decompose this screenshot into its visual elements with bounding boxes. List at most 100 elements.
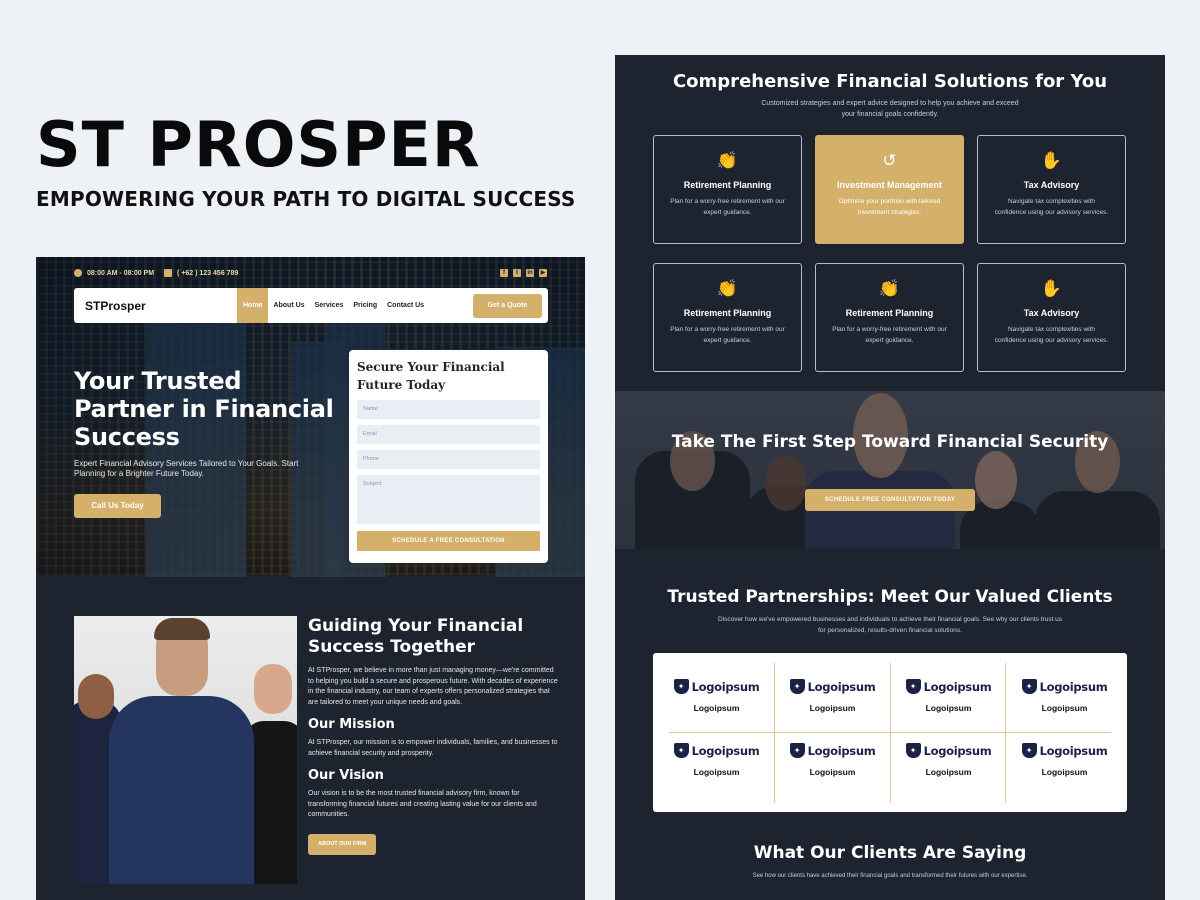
cta-title: Take The First Step Toward Financial Sec… [671, 432, 1109, 452]
testimonials-title: What Our Clients Are Saying [753, 843, 1027, 863]
clapping-hands-icon: 👏 [878, 279, 901, 298]
service-card[interactable]: 👏 Retirement Planning Plan for a worry-f… [815, 263, 964, 372]
clients-subtitle: Discover how we've empowered businesses … [717, 616, 1063, 634]
brand-tagline: EMPOWERING YOUR PATH TO DIGITAL SUCCESS [36, 187, 576, 211]
history-icon: ↺ [882, 151, 897, 170]
facebook-icon[interactable]: f [500, 269, 508, 277]
logo-text: Logoipsum [1039, 743, 1108, 758]
client-logos-grid: ✦ Logoipsum Logoipsum ✦ Logoipsum Logoipsu… [653, 653, 1127, 812]
nav-contact-us[interactable]: Contact Us [382, 288, 429, 323]
team-photo [74, 616, 297, 884]
clock-icon [74, 269, 82, 277]
phone-number[interactable]: ( +62 ) 123 456 789 [177, 270, 238, 277]
youtube-icon[interactable]: ▶ [539, 269, 547, 277]
about-title: Guiding Your Financial Success Together [308, 616, 524, 657]
phone-icon [164, 269, 173, 277]
form-title: Secure Your Financial Future Today [357, 360, 505, 392]
service-title: Retirement Planning [683, 308, 772, 318]
site-logo[interactable]: STProsper [85, 299, 237, 313]
logo-text: Logoipsum [1039, 679, 1108, 694]
email-input[interactable]: Email [357, 425, 540, 444]
nav-services[interactable]: Services [310, 288, 349, 323]
shield-logo-icon: ✦ [789, 679, 805, 694]
logo-text: Logoipsum [807, 679, 876, 694]
client-logo[interactable]: ✦ Logoipsum Logoipsum [659, 665, 774, 728]
clapping-hands-icon: 👏 [716, 279, 739, 298]
about-intro: At STProsper, we believe in more than ju… [308, 667, 558, 706]
hand-sparkle-icon: ✋ [1040, 279, 1063, 298]
service-card[interactable]: 👏 Retirement Planning Plan for a worry-f… [653, 263, 802, 372]
shield-logo-icon: ✦ [1021, 743, 1037, 758]
shield-logo-icon: ✦ [905, 743, 921, 758]
name-input[interactable]: Name [357, 400, 540, 419]
about-firm-button[interactable]: ABOUT OUR FIRM [308, 833, 377, 855]
service-card[interactable]: 👏 Retirement Planning Plan for a worry-f… [653, 135, 802, 244]
social-links: f t in ▶ [500, 269, 547, 277]
service-desc: Plan for a worry-free retirement with ou… [670, 326, 785, 344]
mission-text: At STProsper, our mission is to empower … [308, 739, 558, 757]
client-logo[interactable]: ✦ Logoipsum Logoipsum [775, 665, 890, 728]
client-logo[interactable]: ✦ Logoipsum Logoipsum [1007, 729, 1122, 792]
service-desc: Navigate tax complexities with confidenc… [994, 198, 1109, 216]
client-logo[interactable]: ✦ Logoipsum Logoipsum [891, 665, 1006, 728]
service-title: Tax Advisory [1023, 180, 1080, 190]
nav-about-us[interactable]: About Us [268, 288, 309, 323]
shield-logo-icon: ✦ [1021, 679, 1037, 694]
client-logo[interactable]: ✦ Logoipsum Logoipsum [659, 729, 774, 792]
phone-input[interactable]: Phone [357, 450, 540, 469]
client-logo[interactable]: ✦ Logoipsum Logoipsum [891, 729, 1006, 792]
services-title: Comprehensive Financial Solutions for Yo… [672, 71, 1108, 92]
subject-textarea[interactable]: Subject [357, 475, 540, 524]
homepage-preview-right: Comprehensive Financial Solutions for Yo… [615, 55, 1165, 900]
brand-title: ST PROSPER [36, 108, 481, 181]
service-desc: Optimize your portfolio with tailored in… [838, 198, 941, 216]
client-name: Logoipsum [693, 703, 740, 713]
vision-title: Our Vision [308, 768, 384, 783]
client-logo[interactable]: ✦ Logoipsum Logoipsum [1007, 665, 1122, 728]
client-name: Logoipsum [1041, 767, 1088, 777]
call-us-button[interactable]: Call Us Today [74, 494, 161, 518]
navbar: STProsper Home About Us Services Pricing… [74, 288, 548, 323]
hero-title: Your Trusted Partner in Financial Succes… [74, 367, 334, 451]
schedule-free-consultation-button[interactable]: SCHEDULE FREE CONSULTATION TODAY [805, 489, 975, 511]
nav-home[interactable]: Home [237, 288, 269, 323]
services-subtitle: Customized strategies and expert advice … [761, 100, 1019, 118]
nav-pricing[interactable]: Pricing [348, 288, 382, 323]
clients-title: Trusted Partnerships: Meet Our Valued Cl… [667, 587, 1113, 607]
testimonials-subtitle: See how our clients have achieved their … [752, 873, 1028, 879]
service-card[interactable]: ✋ Tax Advisory Navigate tax complexities… [977, 135, 1126, 244]
linkedin-icon[interactable]: in [526, 269, 534, 277]
mission-title: Our Mission [308, 717, 395, 732]
service-title: Retirement Planning [845, 308, 934, 318]
shield-logo-icon: ✦ [905, 679, 921, 694]
shield-logo-icon: ✦ [789, 743, 805, 758]
service-desc: Plan for a worry-free retirement with ou… [670, 198, 785, 216]
hand-sparkle-icon: ✋ [1040, 151, 1063, 170]
business-hours: 08:00 AM - 08:00 PM [87, 269, 155, 277]
schedule-consultation-button[interactable]: SCHEDULE A FREE CONSULTATION [357, 531, 540, 551]
consultation-form: Secure Your Financial Future Today Name … [349, 350, 548, 563]
service-title: Retirement Planning [683, 180, 772, 190]
client-logo[interactable]: ✦ Logoipsum Logoipsum [775, 729, 890, 792]
logo-text: Logoipsum [923, 743, 992, 758]
vision-text: Our vision is to be the most trusted fin… [308, 790, 537, 818]
logo-text: Logoipsum [923, 679, 992, 694]
twitter-icon[interactable]: t [513, 269, 521, 277]
service-desc: Navigate tax complexities with confidenc… [994, 326, 1109, 344]
client-name: Logoipsum [809, 703, 856, 713]
shield-logo-icon: ✦ [673, 679, 689, 694]
logo-text: Logoipsum [691, 743, 760, 758]
service-title: Tax Advisory [1023, 308, 1080, 318]
cta-banner: Take The First Step Toward Financial Sec… [615, 391, 1165, 549]
shield-logo-icon: ✦ [673, 743, 689, 758]
hero-subtitle: Expert Financial Advisory Services Tailo… [74, 459, 299, 478]
client-name: Logoipsum [925, 767, 972, 777]
service-card[interactable]: ✋ Tax Advisory Navigate tax complexities… [977, 263, 1126, 372]
get-quote-button[interactable]: Get a Quote [473, 293, 542, 318]
service-card[interactable]: ↺ Investment Management Optimize your po… [815, 135, 964, 244]
services-grid: 👏 Retirement Planning Plan for a worry-f… [653, 135, 1127, 372]
client-name: Logoipsum [693, 767, 740, 777]
logo-text: Logoipsum [691, 679, 760, 694]
topbar: 08:00 AM - 08:00 PM ( +62 ) 123 456 789 … [74, 266, 547, 280]
clapping-hands-icon: 👏 [716, 151, 739, 170]
